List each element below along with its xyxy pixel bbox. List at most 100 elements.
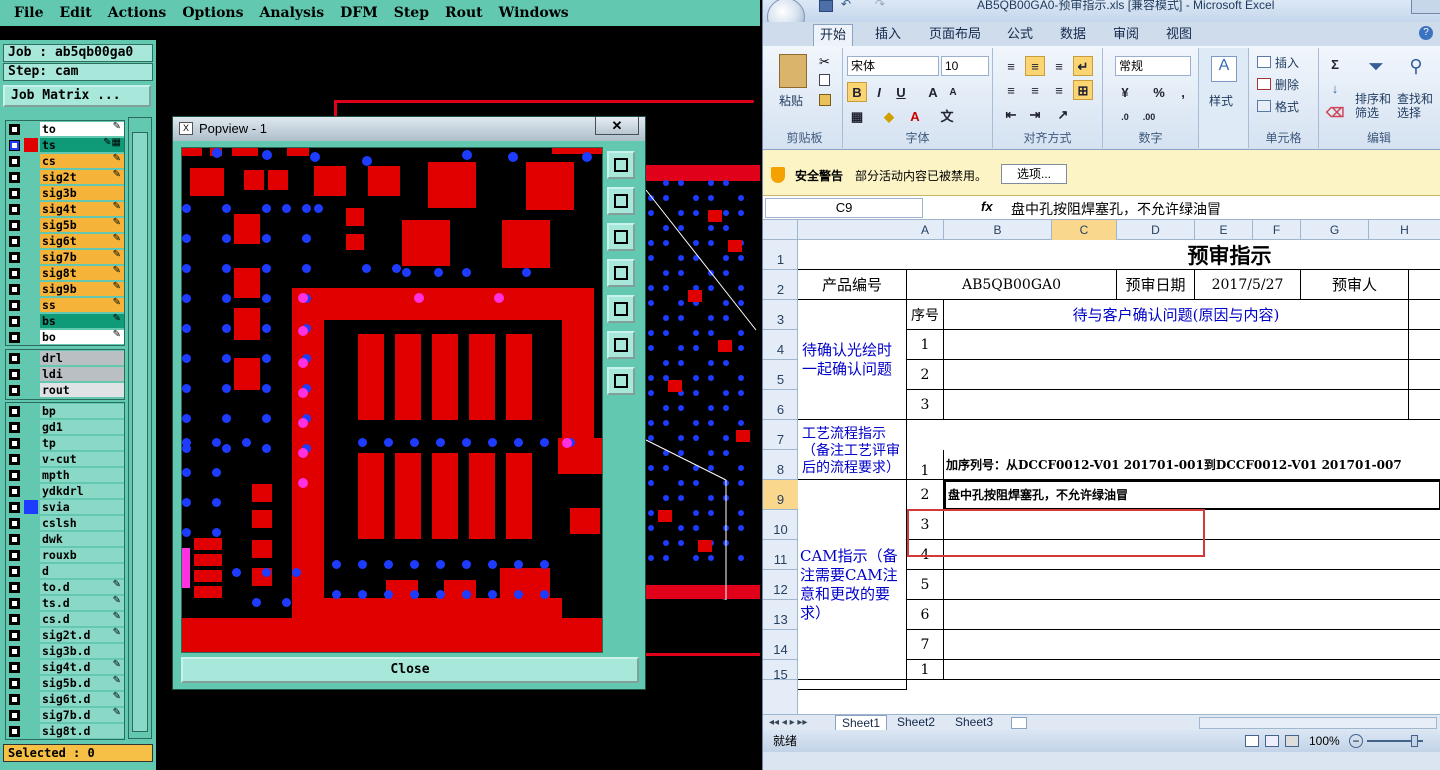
layer-row[interactable]: sig7b ✎	[6, 249, 124, 265]
layer-checkbox[interactable]	[9, 470, 20, 481]
underline-button[interactable]: U	[891, 82, 911, 102]
layer-color-swatch[interactable]	[24, 516, 38, 530]
select-all-corner[interactable]	[763, 220, 798, 240]
layer-row[interactable]: sig8t.d	[6, 723, 124, 739]
font-color-icon[interactable]: A	[905, 106, 925, 126]
sheet-cell[interactable]	[1409, 300, 1440, 330]
layer-row[interactable]: sig7b.d ✎	[6, 707, 124, 723]
bold-button[interactable]: B	[847, 82, 867, 102]
menu-file[interactable]: File	[14, 5, 43, 21]
menu-edit[interactable]: Edit	[59, 5, 91, 21]
sheet-cell[interactable]	[1409, 270, 1440, 300]
sheet-cell[interactable]	[1409, 330, 1440, 360]
layer-row[interactable]: bo ✎	[6, 329, 124, 345]
layer-color-swatch[interactable]	[24, 298, 38, 312]
format-button[interactable]: 格式	[1275, 98, 1299, 115]
layer-checkbox[interactable]	[9, 268, 20, 279]
layer-row[interactable]: sig2t.d ✎	[6, 627, 124, 643]
clear-icon[interactable]: ⌫	[1325, 102, 1345, 122]
security-options-button[interactable]: 选项...	[1001, 164, 1067, 184]
row-header[interactable]: 12	[763, 570, 798, 600]
decrease-decimal-icon[interactable]: .00	[1139, 106, 1159, 126]
help-icon[interactable]: ?	[1419, 26, 1433, 40]
layer-row[interactable]: bs ✎	[6, 313, 124, 329]
layer-checkbox[interactable]	[9, 369, 20, 380]
layer-checkbox[interactable]	[9, 385, 20, 396]
column-header[interactable]: G	[1301, 220, 1369, 240]
save-icon[interactable]	[819, 0, 833, 12]
layer-checkbox[interactable]	[9, 300, 20, 311]
layer-checkbox[interactable]	[9, 678, 20, 689]
row-header[interactable]: 14	[763, 630, 798, 660]
layer-row[interactable]: sig6t.d ✎	[6, 691, 124, 707]
layer-color-swatch[interactable]	[24, 383, 38, 397]
layer-color-swatch[interactable]	[24, 367, 38, 381]
comma-icon[interactable]: ,	[1173, 82, 1193, 102]
layer-scrollbar[interactable]	[128, 117, 152, 739]
undo-icon[interactable]: ↶	[841, 0, 851, 11]
popview-canvas[interactable]	[181, 147, 603, 653]
fill-icon[interactable]: ↓	[1325, 78, 1345, 98]
copy-icon[interactable]	[819, 74, 830, 86]
tab-formulas[interactable]: 公式	[1001, 24, 1039, 46]
layer-checkbox[interactable]	[9, 140, 20, 151]
layer-row[interactable]: sig5b ✎	[6, 217, 124, 233]
percent-icon[interactable]: %	[1149, 82, 1169, 102]
sheet-cell[interactable]	[1409, 390, 1440, 420]
layer-checkbox[interactable]	[9, 188, 20, 199]
paste-button[interactable]: 粘贴	[779, 92, 803, 109]
layer-row[interactable]: ts ✎▦	[6, 137, 124, 153]
layer-color-swatch[interactable]	[24, 250, 38, 264]
layer-color-swatch[interactable]	[24, 596, 38, 610]
grow-font-icon[interactable]: A	[923, 82, 943, 102]
styles-icon[interactable]: A	[1211, 56, 1237, 82]
layer-row[interactable]: sig6t ✎	[6, 233, 124, 249]
layer-color-swatch[interactable]	[24, 138, 38, 152]
row-header[interactable]: 5	[763, 360, 798, 390]
zoom-thumb[interactable]	[1411, 735, 1418, 747]
insert-cells-icon[interactable]	[1257, 56, 1271, 68]
sheet-cell[interactable]: 待与客户确认问题(原因与内容)	[944, 300, 1409, 330]
layer-row[interactable]: sig4t ✎	[6, 201, 124, 217]
layer-row[interactable]: dwk	[6, 531, 124, 547]
layer-row[interactable]: sig9b ✎	[6, 281, 124, 297]
close-button[interactable]: Close	[181, 657, 639, 683]
sheet-cell[interactable]	[944, 390, 1409, 420]
sheet-cell[interactable]	[944, 660, 1440, 680]
sheet-cell[interactable]: 7	[907, 630, 944, 660]
layer-color-swatch[interactable]	[24, 218, 38, 232]
layer-row[interactable]: svia	[6, 499, 124, 515]
layer-row[interactable]: ldi	[6, 366, 124, 382]
autosum-icon[interactable]: Σ	[1325, 54, 1345, 74]
layer-color-swatch[interactable]	[24, 404, 38, 418]
font-size-select[interactable]: 10	[941, 56, 989, 76]
menu-options[interactable]: Options	[182, 5, 243, 21]
row-header[interactable]: 3	[763, 300, 798, 330]
sheet-cell[interactable]: CAM指示（备注需要CAM注意和更改的要求）	[798, 480, 907, 690]
zoom-out-icon[interactable]: −	[1349, 734, 1363, 748]
layer-checkbox[interactable]	[9, 582, 20, 593]
layer-row[interactable]: to ✎	[6, 121, 124, 137]
layer-checkbox[interactable]	[9, 726, 20, 737]
row-header[interactable]: 4	[763, 330, 798, 360]
layer-checkbox[interactable]	[9, 454, 20, 465]
pan-up-icon[interactable]	[607, 187, 635, 215]
sheet-cell[interactable]	[944, 330, 1409, 360]
close-icon[interactable]: ✕	[595, 117, 639, 135]
sheet-cell[interactable]: 2	[907, 480, 944, 510]
layer-color-swatch[interactable]	[24, 692, 38, 706]
layer-checkbox[interactable]	[9, 566, 20, 577]
sheet-cell[interactable]: 5	[907, 570, 944, 600]
layer-color-swatch[interactable]	[24, 532, 38, 546]
sheet-cell[interactable]: 2017/5/27	[1195, 270, 1301, 300]
layer-color-swatch[interactable]	[24, 724, 38, 738]
zoom-out-icon[interactable]	[607, 367, 635, 395]
layer-checkbox[interactable]	[9, 422, 20, 433]
name-box[interactable]: C9	[765, 198, 923, 218]
row-header[interactable]: 13	[763, 600, 798, 630]
row-header[interactable]: 7	[763, 420, 798, 450]
layer-checkbox[interactable]	[9, 220, 20, 231]
sort-filter-button[interactable]: 排序和 筛选	[1355, 92, 1391, 120]
layer-checkbox[interactable]	[9, 284, 20, 295]
sheet-cell[interactable]: 加序列号：从DCCF0012-V01 201701-001到DCCF0012-V…	[944, 450, 1440, 480]
